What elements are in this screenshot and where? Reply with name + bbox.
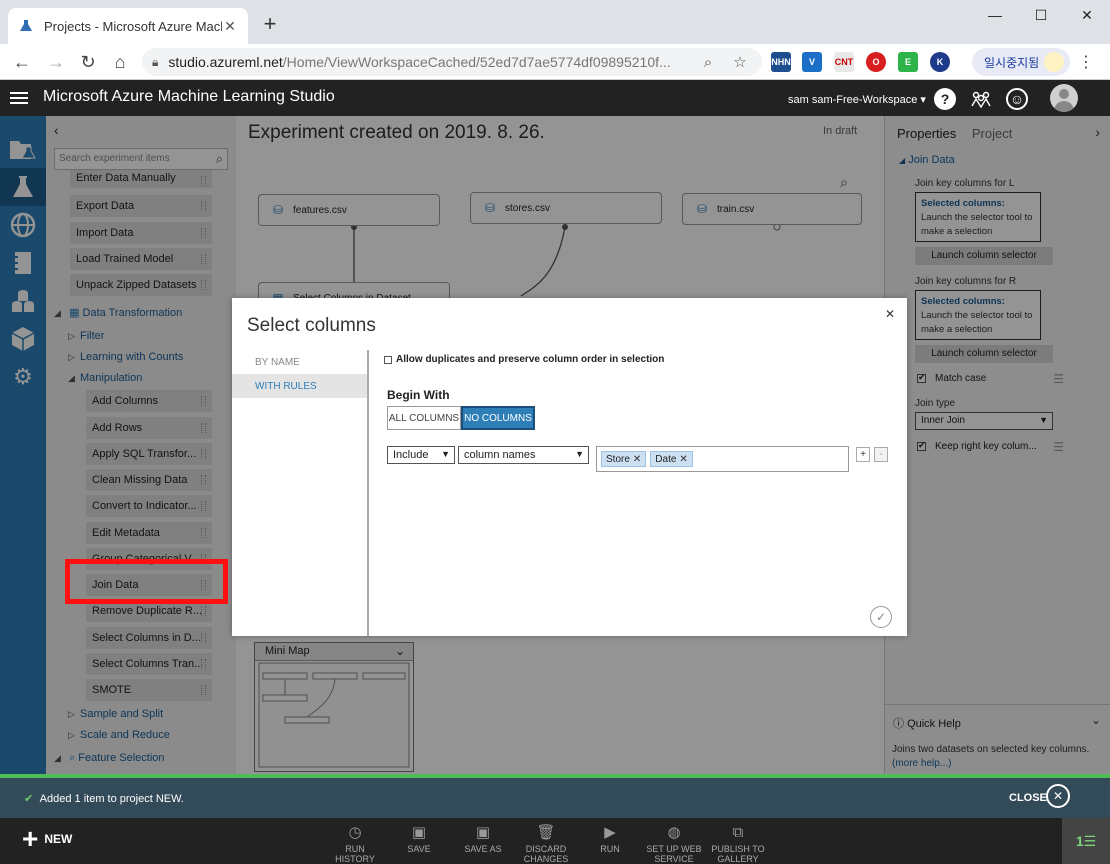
begin-with-label: Begin With bbox=[387, 388, 450, 402]
rule-type-select[interactable]: column names ▼ bbox=[458, 446, 589, 464]
studio-header: Microsoft Azure Machine Learning Studio … bbox=[0, 80, 1110, 116]
community-icon[interactable] bbox=[970, 88, 992, 110]
lock-icon: 🔒︎ bbox=[152, 54, 159, 69]
save-disk-icon: ▣ bbox=[411, 824, 427, 841]
tab-title: Projects - Microsoft Azure Machi bbox=[44, 18, 222, 34]
selection-mode-list: BY NAME WITH RULES bbox=[232, 350, 369, 636]
rule-action-select[interactable]: Include ▼ bbox=[387, 446, 455, 464]
feedback-smiley-icon[interactable]: ☺ bbox=[1006, 88, 1028, 110]
url-path: /Home/ViewWorkspaceCached/52ed7d7ae5774d… bbox=[282, 54, 671, 70]
app-title: Microsoft Azure Machine Learning Studio bbox=[43, 88, 335, 105]
extension-icon[interactable]: O bbox=[866, 52, 886, 72]
extension-icon[interactable]: CNT bbox=[834, 52, 854, 72]
new-tab-button[interactable]: + bbox=[258, 12, 282, 36]
trash-icon: 🗑︎ bbox=[536, 824, 556, 841]
zoom-icon[interactable]: ⌕ bbox=[698, 52, 718, 72]
close-notification-label[interactable]: CLOSE bbox=[1009, 792, 1047, 804]
publish-to-gallery-button[interactable]: ⧉ PUBLISH TO GALLERY bbox=[703, 824, 773, 864]
reload-icon[interactable]: ↻ bbox=[76, 50, 100, 74]
allow-duplicates-label: Allow duplicates and preserve column ord… bbox=[396, 354, 665, 365]
ok-checkmark-button[interactable]: ✓ bbox=[870, 606, 892, 628]
url-host: studio.azureml.net bbox=[168, 54, 283, 70]
all-columns-button[interactable]: ALL COLUMNS bbox=[387, 406, 461, 430]
select-columns-dialog: Select columns ✕ BY NAME WITH RULES Allo… bbox=[232, 298, 907, 636]
forward-icon[interactable]: → bbox=[44, 50, 68, 74]
minimize-icon[interactable]: — bbox=[972, 0, 1018, 30]
gallery-icon: ⧉ bbox=[732, 824, 744, 841]
notification-bar: ✔ Added 1 item to project NEW. CLOSE ✕ bbox=[0, 774, 1110, 818]
close-circle-icon[interactable]: ✕ bbox=[1046, 784, 1070, 808]
discard-changes-button[interactable]: 🗑︎ DISCARD CHANGES bbox=[511, 824, 581, 864]
add-rule-button[interactable]: + bbox=[856, 447, 870, 462]
dropdown-arrow-icon: ▼ bbox=[441, 449, 450, 459]
command-bar: + NEW ◷ RUN HISTORY ▣ SAVE ▣ SAVE AS 🗑︎ … bbox=[0, 818, 1110, 864]
extension-icon[interactable]: K bbox=[930, 52, 950, 72]
remove-rule-button[interactable]: - bbox=[874, 447, 888, 462]
new-label: NEW bbox=[44, 832, 73, 846]
save-button[interactable]: ▣ SAVE bbox=[384, 824, 454, 854]
notification-message: ✔ Added 1 item to project NEW. bbox=[24, 792, 184, 805]
remove-tag-icon[interactable]: ✕ bbox=[679, 454, 687, 465]
column-names-input[interactable]: Store ✕ Date ✕ bbox=[596, 446, 849, 472]
allow-duplicates-checkbox[interactable] bbox=[384, 355, 392, 364]
cmd-label: RUN HISTORY bbox=[335, 844, 375, 864]
dialog-title: Select columns bbox=[247, 315, 376, 336]
maximize-icon[interactable]: ☐ bbox=[1018, 0, 1064, 30]
mode-with-rules[interactable]: WITH RULES bbox=[232, 374, 367, 398]
save-as-disk-icon: ▣ bbox=[475, 824, 491, 841]
close-icon[interactable]: ✕ bbox=[885, 307, 895, 321]
home-icon[interactable]: ⌂ bbox=[108, 50, 132, 74]
profile-icon bbox=[1044, 52, 1064, 72]
plus-icon: + bbox=[22, 823, 39, 854]
cmd-label: SAVE bbox=[407, 844, 431, 854]
column-tag[interactable]: Date ✕ bbox=[650, 451, 693, 467]
back-icon[interactable]: ← bbox=[10, 50, 34, 74]
url-field[interactable]: 🔒︎ studio.azureml.net /Home/ViewWorkspac… bbox=[142, 48, 762, 76]
mode-by-name[interactable]: BY NAME bbox=[232, 350, 367, 374]
clock-icon: ◷ bbox=[348, 824, 362, 841]
close-tab-icon[interactable]: ✕ bbox=[222, 18, 238, 35]
cmd-label: RUN bbox=[600, 844, 620, 854]
play-icon: ▶ bbox=[604, 824, 616, 841]
window-close-icon[interactable]: ✕ bbox=[1064, 0, 1110, 30]
hamburger-menu-icon[interactable] bbox=[10, 89, 28, 107]
new-button[interactable]: + NEW bbox=[22, 823, 73, 854]
column-tag[interactable]: Store ✕ bbox=[601, 451, 647, 467]
notification-text: Added 1 item to project NEW. bbox=[39, 793, 184, 805]
run-button[interactable]: ▶ RUN bbox=[575, 824, 645, 854]
no-columns-button[interactable]: NO COLUMNS bbox=[461, 406, 535, 430]
save-as-button[interactable]: ▣ SAVE AS bbox=[448, 824, 518, 854]
chrome-menu-icon[interactable]: ⋮ bbox=[1078, 52, 1094, 72]
paused-label: 일시중지됨 bbox=[984, 55, 1040, 70]
help-icon[interactable]: ? bbox=[934, 88, 956, 110]
browser-tab-strip: Projects - Microsoft Azure Machi ✕ + — ☐… bbox=[0, 0, 1110, 44]
tag-label: Date bbox=[655, 453, 677, 465]
cmd-label: PUBLISH TO GALLERY bbox=[711, 844, 765, 864]
tag-label: Store bbox=[606, 453, 630, 465]
workspace-selector[interactable]: sam sam-Free-Workspace ▾ bbox=[788, 93, 926, 106]
dropdown-arrow-icon: ▼ bbox=[575, 449, 584, 459]
globe-icon: ◍ bbox=[667, 824, 681, 841]
bookmark-star-icon[interactable]: ☆ bbox=[730, 52, 750, 72]
notifications-icon[interactable]: 1☰ bbox=[1062, 818, 1110, 864]
cmd-label: SET UP WEB SERVICE bbox=[646, 844, 702, 864]
profile-paused-button[interactable]: 일시중지됨 bbox=[972, 48, 1070, 76]
avatar[interactable] bbox=[1050, 84, 1078, 112]
extension-icon[interactable]: NHN bbox=[771, 52, 791, 72]
run-history-button[interactable]: ◷ RUN HISTORY bbox=[320, 824, 390, 864]
check-icon: ✔ bbox=[24, 793, 34, 805]
cmd-label: SAVE AS bbox=[464, 844, 502, 854]
remove-tag-icon[interactable]: ✕ bbox=[633, 454, 641, 465]
annotation-highlight-box bbox=[65, 559, 228, 604]
flask-icon bbox=[18, 18, 34, 34]
browser-tab[interactable]: Projects - Microsoft Azure Machi ✕ bbox=[8, 8, 248, 44]
allow-duplicates-row[interactable]: Allow duplicates and preserve column ord… bbox=[384, 354, 664, 365]
rule-action-value: Include bbox=[393, 449, 429, 461]
address-bar: ← → ↻ ⌂ 🔒︎ studio.azureml.net /Home/View… bbox=[0, 44, 1110, 80]
extension-icon[interactable]: E bbox=[898, 52, 918, 72]
rule-type-value: column names bbox=[464, 449, 536, 461]
cmd-label: DISCARD CHANGES bbox=[523, 844, 569, 864]
setup-web-service-button[interactable]: ◍ SET UP WEB SERVICE bbox=[639, 824, 709, 864]
extension-icon[interactable]: V bbox=[802, 52, 822, 72]
